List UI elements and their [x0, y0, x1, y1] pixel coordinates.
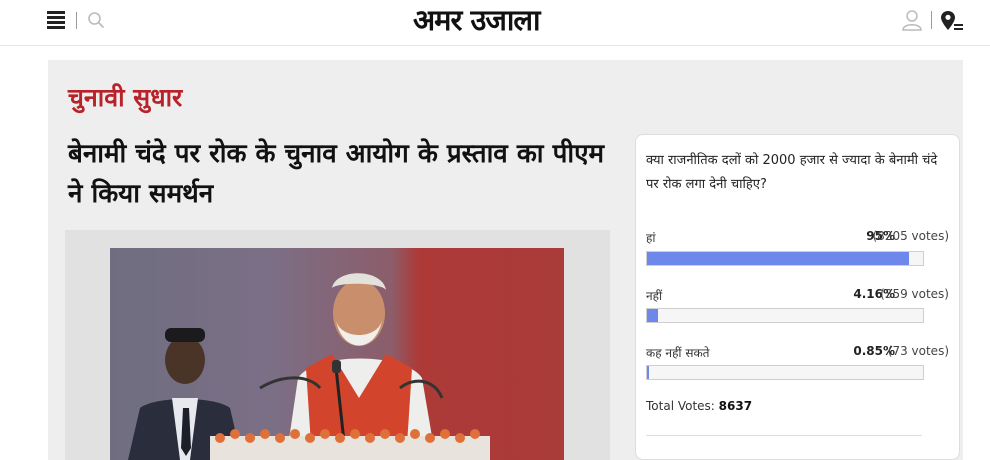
site-header: अमर उजाला	[0, 0, 990, 46]
site-logo[interactable]: अमर उजाला	[413, 2, 541, 38]
menu-icon[interactable]	[47, 11, 65, 29]
poll-total-value: 8637	[718, 399, 753, 413]
poll-total-votes: Total Votes: 8637	[646, 399, 752, 413]
poll-divider	[646, 435, 922, 436]
article-image-container	[65, 230, 610, 460]
header-divider	[76, 12, 77, 29]
search-icon[interactable]	[87, 11, 105, 29]
poll-option-votes: (359 votes)	[880, 287, 949, 301]
user-icon[interactable]	[901, 9, 923, 31]
poll-bar-fill	[647, 252, 910, 265]
poll-question: क्या राजनीतिक दलों को 2000 हजार से ज्याद…	[646, 153, 938, 192]
poll-option-bar[interactable]	[646, 308, 924, 323]
poll-option-votes: (73 votes)	[887, 344, 949, 358]
poll-bar-fill	[647, 309, 659, 322]
location-icon[interactable]	[940, 9, 964, 33]
poll-option-bar[interactable]	[646, 365, 924, 380]
header-divider	[931, 11, 932, 29]
article-headline[interactable]: बेनामी चंदे पर रोक के चुनाव आयोग के प्रस…	[68, 134, 623, 214]
poll-total-label: Total Votes:	[646, 399, 715, 413]
article-photo[interactable]	[110, 248, 564, 460]
poll-card: क्या राजनीतिक दलों को 2000 हजार से ज्याद…	[635, 134, 960, 460]
article-section: चुनावी सुधार बेनामी चंदे पर रोक के चुनाव…	[48, 60, 963, 460]
article-category[interactable]: चुनावी सुधार	[68, 82, 182, 114]
poll-bar-fill	[647, 366, 650, 379]
poll-option-label: नहीं	[646, 289, 663, 303]
poll-option-label: हां	[646, 231, 656, 245]
poll-option-bar[interactable]	[646, 251, 924, 266]
poll-option-votes: (8205 votes)	[872, 229, 950, 243]
poll-option-label: कह नहीं सकते	[646, 346, 710, 360]
